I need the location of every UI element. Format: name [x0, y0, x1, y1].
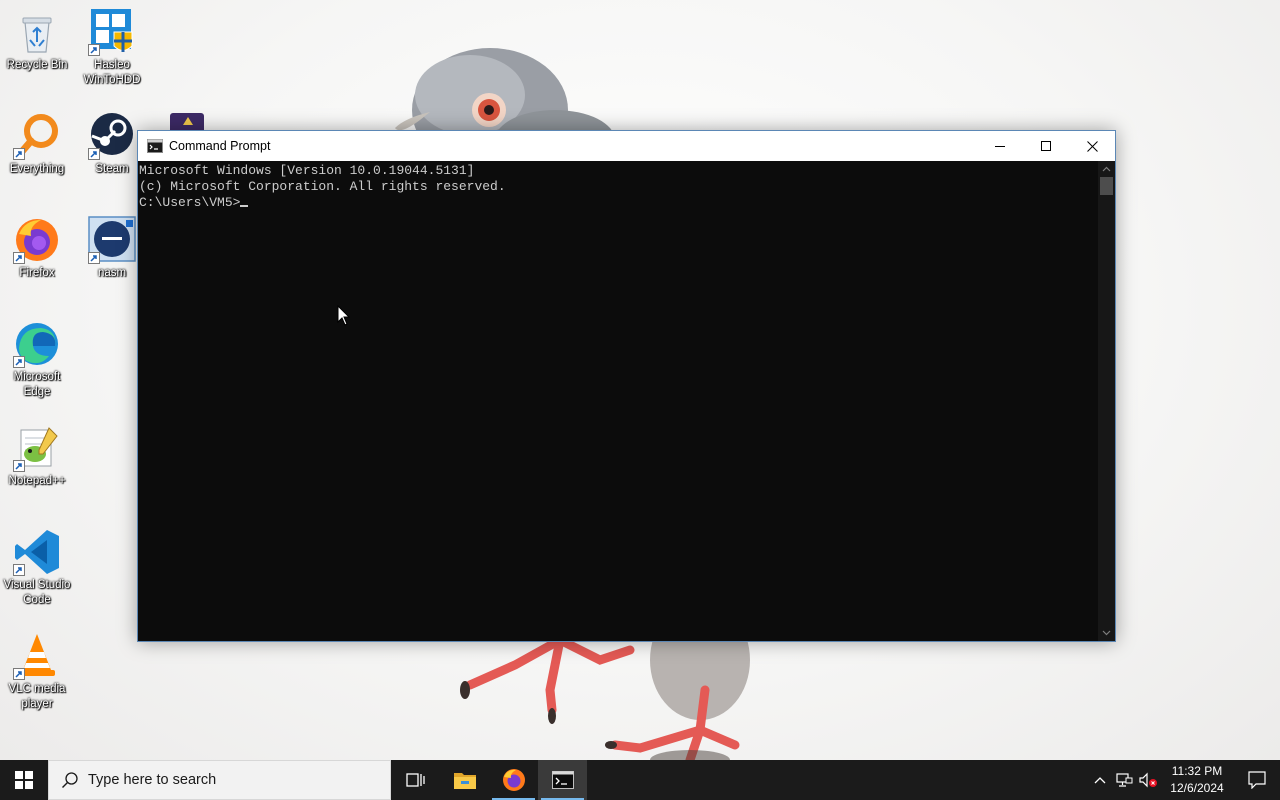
- system-tray: 11:32 PM 12/6/2024: [1088, 760, 1280, 800]
- maximize-icon: [1041, 141, 1051, 151]
- firefox-icon: [13, 216, 61, 264]
- notification-icon: [1248, 771, 1266, 789]
- hasleo-wintohdd-icon: [88, 8, 136, 56]
- console-prompt: C:\Users\VM5>: [139, 195, 241, 210]
- shortcut-arrow-icon: [88, 44, 100, 56]
- desktop-icon-label: Everything: [9, 163, 65, 175]
- clock-time: 11:32 PM: [1171, 764, 1223, 778]
- desktop-icon-firefox[interactable]: Firefox: [0, 216, 74, 281]
- close-icon: [1086, 140, 1098, 152]
- chevron-up-icon: [1094, 777, 1106, 784]
- desktop-icon-label: Microsoft Edge: [13, 371, 61, 398]
- console-line: (c) Microsoft Corporation. All rights re…: [139, 179, 506, 194]
- network-status-button[interactable]: [1112, 760, 1136, 800]
- start-button[interactable]: [0, 760, 48, 800]
- taskbar: Type here to search 11:32 PM 12/6/2024: [0, 760, 1280, 800]
- minimize-icon: [995, 146, 1005, 147]
- desktop-icon-recycle-bin[interactable]: Recycle Bin: [0, 8, 74, 73]
- shortcut-arrow-icon: [13, 356, 25, 368]
- shortcut-arrow-icon: [13, 148, 25, 160]
- scroll-down-arrow-icon[interactable]: [1102, 628, 1111, 637]
- firefox-icon: [502, 769, 525, 791]
- desktop-icon-notepad-plus-plus[interactable]: Notepad++: [0, 424, 74, 489]
- taskbar-firefox[interactable]: [489, 760, 538, 800]
- network-icon: [1116, 773, 1133, 787]
- task-view-icon: [405, 773, 425, 787]
- console-output[interactable]: Microsoft Windows [Version 10.0.19044.51…: [138, 161, 1098, 641]
- desktop-icon-label: VLC media player: [8, 683, 66, 710]
- maximize-button[interactable]: [1023, 131, 1069, 161]
- console-line: Microsoft Windows [Version 10.0.19044.51…: [139, 163, 475, 178]
- search-icon: [62, 772, 78, 788]
- desktop-icon-label: Notepad++: [8, 475, 66, 487]
- desktop-icon-label: Firefox: [19, 267, 55, 279]
- shortcut-arrow-icon: [88, 148, 100, 160]
- taskbar-search-box[interactable]: Type here to search: [48, 760, 391, 800]
- shortcut-arrow-icon: [13, 564, 25, 576]
- desktop-icon-label: Hasleo WinToHDD: [83, 59, 141, 86]
- taskbar-file-explorer[interactable]: [440, 760, 489, 800]
- windows-logo-icon: [15, 771, 33, 789]
- command-prompt-window[interactable]: Command Prompt Microsoft Windows [Versio…: [137, 130, 1116, 642]
- shortcut-arrow-icon: [13, 460, 25, 472]
- desktop-icon-label: Visual Studio Code: [3, 579, 71, 606]
- close-button[interactable]: [1069, 131, 1115, 161]
- desktop-icon-label: Recycle Bin: [6, 59, 68, 71]
- scroll-up-arrow-icon[interactable]: [1102, 165, 1111, 174]
- vscode-icon: [13, 528, 61, 576]
- vlc-icon: [13, 632, 61, 680]
- task-view-button[interactable]: [391, 760, 440, 800]
- action-center-button[interactable]: [1234, 760, 1280, 800]
- edge-icon: [13, 320, 61, 368]
- window-title: Command Prompt: [169, 139, 271, 153]
- desktop-icon-hasleo-wintohdd[interactable]: Hasleo WinToHDD: [75, 8, 149, 88]
- file-explorer-icon: [453, 773, 476, 789]
- search-placeholder: Type here to search: [88, 772, 217, 788]
- shortcut-arrow-icon: [13, 252, 25, 264]
- command-prompt-icon: [551, 771, 574, 789]
- command-prompt-icon: [147, 139, 163, 153]
- volume-button[interactable]: [1136, 760, 1160, 800]
- steam-icon: [88, 112, 136, 160]
- show-hidden-icons-button[interactable]: [1088, 760, 1112, 800]
- shortcut-arrow-icon: [13, 668, 25, 680]
- vertical-scrollbar[interactable]: [1098, 161, 1115, 641]
- console-prompt-line: C:\Users\VM5>: [139, 195, 1098, 211]
- text-cursor: [240, 205, 249, 207]
- taskbar-clock[interactable]: 11:32 PM 12/6/2024: [1160, 763, 1234, 797]
- desktop-icon-microsoft-edge[interactable]: Microsoft Edge: [0, 320, 74, 400]
- volume-muted-icon: [1139, 772, 1157, 788]
- desktop-icon-vlc[interactable]: VLC media player: [0, 632, 74, 712]
- taskbar-command-prompt[interactable]: [538, 760, 587, 800]
- notepad-plus-plus-icon: [13, 424, 61, 472]
- desktop-icon-everything[interactable]: Everything: [0, 112, 74, 177]
- window-titlebar[interactable]: Command Prompt: [138, 131, 1115, 161]
- desktop-icon-vscode[interactable]: Visual Studio Code: [0, 528, 74, 608]
- clock-date: 12/6/2024: [1170, 781, 1224, 795]
- scrollbar-thumb[interactable]: [1100, 177, 1113, 195]
- everything-search-icon: [13, 112, 61, 160]
- mouse-pointer-icon: [337, 305, 351, 326]
- shortcut-arrow-icon: [88, 252, 100, 264]
- minimize-button[interactable]: [977, 131, 1023, 161]
- nasm-icon: [88, 216, 136, 264]
- recycle-bin-icon: [13, 8, 61, 56]
